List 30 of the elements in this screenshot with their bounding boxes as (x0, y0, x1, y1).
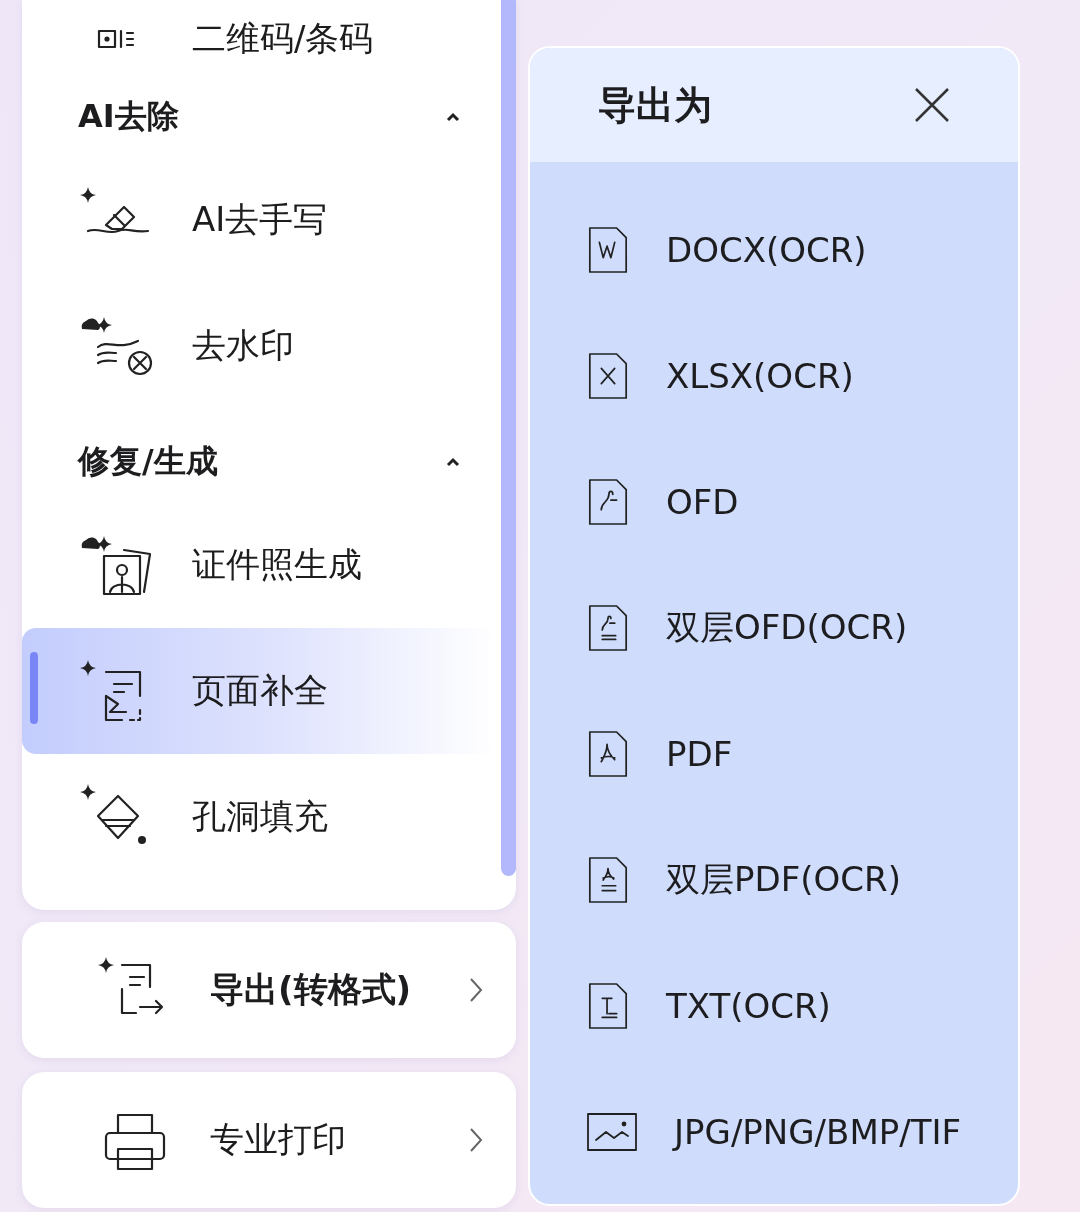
format-option[interactable]: JPG/PNG/BMP/TIF (674, 1112, 962, 1152)
format-option[interactable]: 双层PDF(OCR) (666, 857, 901, 903)
format-option[interactable]: DOCX(OCR) (666, 230, 867, 270)
format-option[interactable]: TXT(OCR) (666, 986, 831, 1026)
format-option[interactable]: OFD (666, 482, 739, 522)
image-icon (586, 1110, 638, 1154)
action-card[interactable]: 导出(转格式) (22, 922, 516, 1058)
qr-code-icon (97, 28, 135, 49)
chevron-right-icon (468, 1126, 484, 1154)
menu-item-label[interactable]: 孔洞填充 (192, 794, 328, 840)
chevron-right-icon (468, 976, 484, 1004)
section-header: 修复/生成 (78, 441, 219, 482)
section-header: AI去除 (78, 96, 180, 137)
menu-item-label[interactable]: 去水印 (192, 323, 294, 369)
menu-item-label[interactable]: 证件照生成 (192, 542, 362, 588)
format-option[interactable]: PDF (666, 734, 733, 774)
menu-item-label[interactable]: AI去手写 (192, 197, 328, 243)
menu-item-label[interactable]: 二维码/条码 (192, 15, 374, 62)
format-option[interactable]: 双层OFD(OCR) (666, 605, 908, 651)
action-label: 专业打印 (210, 1118, 347, 1161)
panel-title: 导出为 (598, 81, 712, 129)
collapse-caret-icon[interactable] (445, 111, 461, 123)
format-option[interactable]: XLSX(OCR) (666, 356, 854, 396)
collapse-caret-icon[interactable] (445, 456, 461, 468)
scrollbar[interactable] (501, 0, 516, 876)
close-icon[interactable] (914, 87, 950, 123)
action-label: 导出(转格式) (210, 968, 413, 1011)
selection-indicator (30, 652, 38, 724)
action-card[interactable]: 专业打印 (22, 1072, 516, 1208)
menu-item-label[interactable]: 页面补全 (192, 668, 328, 714)
